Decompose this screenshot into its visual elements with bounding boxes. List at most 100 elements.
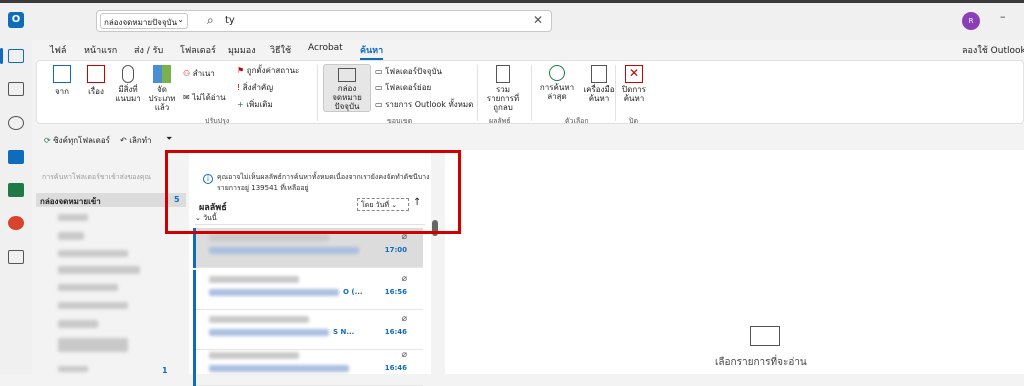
person-icon: ⚇ — [183, 69, 191, 78]
group-results-label: ผลลัพธ์ — [489, 117, 511, 125]
sender-name — [209, 316, 309, 323]
close-search-button[interactable]: ✕ ปิดการค้นหา — [619, 65, 649, 103]
folder-item[interactable] — [58, 366, 88, 372]
divider — [615, 65, 616, 121]
group-refine-label: ปรับปรุง — [205, 117, 230, 125]
search-input[interactable]: ty — [225, 15, 235, 26]
apps-icon[interactable] — [8, 250, 24, 264]
undo-button[interactable]: ↶ เลิกทำ — [120, 134, 152, 147]
paperclip-icon — [122, 65, 134, 83]
tab-folder[interactable]: โฟลเดอร์ — [180, 43, 216, 57]
people-icon[interactable] — [8, 116, 24, 130]
tab-acrobat[interactable]: Acrobat — [308, 43, 343, 53]
all-items-icon: ▭ — [375, 100, 383, 109]
search-box[interactable]: กล่องจดหมายปัจจุบัน ⌄ ⌕ ty ✕ — [96, 10, 552, 32]
flagged-button[interactable]: ⚑ ถูกตั้งค่าสถานะ — [237, 64, 299, 77]
office-icon[interactable] — [8, 216, 24, 230]
message-row[interactable]: O (... ⌀ 16:56 — [193, 270, 423, 310]
customize-toolbar-icon[interactable]: ⏷ — [166, 134, 172, 144]
unread-indicator — [193, 346, 196, 386]
folder-item[interactable] — [58, 338, 128, 352]
folder-item[interactable] — [58, 266, 140, 274]
message-time: 16:46 — [384, 364, 407, 372]
subject-icon — [87, 65, 105, 83]
mail-icon[interactable] — [8, 49, 24, 63]
sender-name — [209, 276, 299, 283]
folder-icon: ▭ — [375, 67, 383, 76]
try-outlook-label[interactable]: ลองใช้ Outlook — [962, 43, 1024, 57]
subfolders-button[interactable]: ▭ โฟลเดอร์ย่อย — [375, 81, 431, 94]
sync-button[interactable]: ⟳ ซิงค์ทุกโฟลเดอร์ — [44, 134, 110, 147]
quick-access-toolbar: ⟳ ซิงค์ทุกโฟลเดอร์ ↶ เลิกทำ ⏷ — [36, 132, 1024, 150]
outlook-logo: O — [8, 12, 24, 28]
folder-pane: การค้นหาโฟลเดอร์ขาเข้าส่งของคุณ กล่องจดห… — [36, 160, 186, 375]
unread-indicator — [193, 228, 196, 268]
folder-item[interactable] — [58, 284, 118, 291]
message-time: 16:46 — [384, 328, 407, 336]
unread-indicator — [193, 270, 196, 310]
message-subject — [209, 365, 349, 372]
tab-file[interactable]: ไฟล์ — [50, 43, 66, 57]
folder-search-input[interactable]: การค้นหาโฟลเดอร์ขาเข้าส่งของคุณ — [42, 172, 182, 183]
app-rail — [0, 40, 32, 374]
unread-button[interactable]: ✉ ไม่ได้อ่าน — [183, 91, 226, 104]
subject-button[interactable]: เรื่อง — [81, 65, 111, 98]
folder-item[interactable] — [58, 250, 128, 257]
search-scope-dropdown[interactable]: กล่องจดหมายปัจจุบัน ⌄ — [100, 13, 188, 29]
sync-icon: ⟳ — [44, 136, 51, 145]
categorized-button[interactable]: จัดประเภทแล้ว — [145, 65, 179, 112]
folder-inbox[interactable]: กล่องจดหมายเข้า 5 — [36, 193, 186, 207]
todo-icon[interactable] — [8, 150, 24, 164]
message-time: 17:00 — [384, 246, 407, 254]
top-strip — [0, 0, 1024, 3]
message-row[interactable]: ⌀ 16:46 — [193, 346, 423, 386]
excel-icon[interactable] — [8, 183, 24, 197]
inbox-label: กล่องจดหมายเข้า — [40, 197, 101, 206]
search-scope-label: กล่องจดหมายปัจจุบัน — [104, 18, 178, 27]
more-button[interactable]: + เพิ่มเติม — [237, 98, 273, 111]
divider — [477, 65, 478, 121]
exclamation-icon: ! — [237, 83, 241, 92]
clear-search-icon[interactable]: ✕ — [533, 13, 543, 27]
attachment-button[interactable]: มีสิ่งที่แนบมา — [113, 65, 143, 103]
search-tools-button[interactable]: เครื่องมือค้นหา — [579, 65, 619, 103]
group-scope-label: ขอบเขต — [387, 117, 413, 125]
category-icon — [153, 65, 171, 83]
paperclip-icon: ⌀ — [401, 314, 407, 324]
minimize-icon[interactable]: – — [1000, 10, 1006, 23]
tools-icon — [591, 65, 607, 83]
tab-home[interactable]: หน้าแรก — [84, 43, 117, 57]
tab-search[interactable]: ค้นหา — [360, 43, 384, 60]
current-mailbox-button[interactable]: กล่องจดหมายปัจจุบัน — [323, 64, 371, 112]
all-outlook-items-button[interactable]: ▭ รายการ Outlook ทั้งหมด — [375, 98, 473, 111]
recent-searches-button[interactable]: การค้นหาล่าสุด — [537, 65, 577, 101]
cc-button[interactable]: ⚇ สำเนา — [183, 67, 215, 80]
paperclip-icon: ⌀ — [401, 350, 407, 360]
title-bar: O กล่องจดหมายปัจจุบัน ⌄ ⌕ ty ✕ R – — [0, 0, 1024, 40]
important-button[interactable]: ! สิ่งสำคัญ — [237, 81, 273, 94]
message-subject — [209, 329, 329, 336]
unread-indicator — [193, 310, 196, 350]
avatar[interactable]: R — [962, 12, 980, 30]
chevron-down-icon: ⌄ — [177, 15, 184, 24]
subject-tail: O (... — [343, 288, 363, 296]
tab-help[interactable]: วิธีใช้ — [270, 43, 291, 57]
envelope-icon: ✉ — [183, 93, 190, 102]
current-folder-button[interactable]: ▭ โฟลเดอร์ปัจจุบัน — [375, 65, 442, 78]
tab-view[interactable]: มุมมอง — [228, 43, 256, 57]
paperclip-icon: ⌀ — [401, 274, 407, 284]
reading-pane-empty-message: เลือกรายการที่จะอ่าน — [715, 357, 807, 368]
message-row[interactable]: S N... ⌀ 16:46 — [193, 310, 423, 350]
divider — [531, 65, 532, 121]
sender-name — [209, 234, 329, 241]
message-row[interactable]: ⌀ 17:00 — [193, 228, 423, 268]
from-button[interactable]: จาก — [47, 65, 77, 98]
folder-item[interactable] — [58, 214, 88, 221]
include-deleted-button[interactable]: รวมรายการที่ถูกลบ — [483, 65, 523, 112]
from-icon — [53, 65, 71, 83]
tab-send-receive[interactable]: ส่ง / รับ — [134, 43, 163, 57]
calendar-icon[interactable] — [8, 82, 24, 96]
folder-item[interactable] — [58, 320, 98, 328]
folder-item[interactable] — [58, 232, 84, 240]
folder-item[interactable] — [58, 302, 128, 309]
